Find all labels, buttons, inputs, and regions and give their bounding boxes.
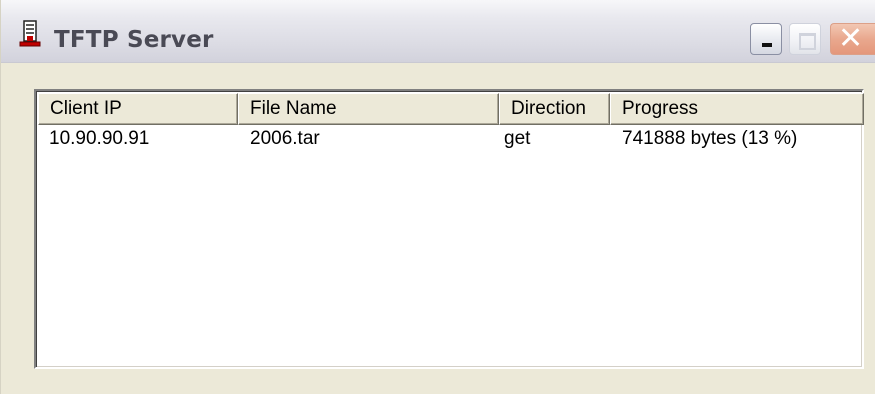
window-title: TFTP Server [54,27,214,53]
table-row[interactable]: 10.90.90.91 2006.tar get 741888 bytes (1… [38,126,864,152]
column-header-progress[interactable]: Progress [610,93,864,125]
transfer-list[interactable]: Client IP File Name Direction Progress 1… [34,89,864,369]
column-header-file-name[interactable]: File Name [238,93,499,125]
column-header-client-ip[interactable]: Client IP [38,93,238,125]
cell-file-name: 2006.tar [250,128,320,149]
minimize-button[interactable] [750,23,782,55]
maximize-button[interactable] [789,23,821,55]
cell-client-ip: 10.90.90.91 [49,128,150,149]
tftp-server-window: TFTP Server ✕ Client IP File Name Direct… [0,0,875,394]
maximize-icon [799,33,816,50]
list-frame: Client IP File Name Direction Progress 1… [36,91,864,367]
column-header-direction[interactable]: Direction [499,93,610,125]
tftp-app-icon[interactable] [19,20,41,48]
cell-progress: 741888 bytes (13 %) [622,128,798,149]
cell-direction: get [504,128,531,149]
minimize-icon [762,43,772,47]
close-icon: ✕ [838,21,864,56]
title-bar[interactable]: TFTP Server ✕ [1,0,875,63]
list-header: Client IP File Name Direction Progress [38,93,864,125]
close-button[interactable]: ✕ [830,23,875,55]
